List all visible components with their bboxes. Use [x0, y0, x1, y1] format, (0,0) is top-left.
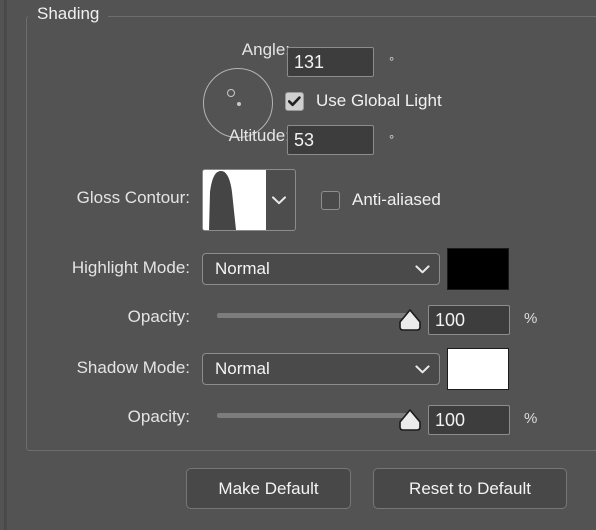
shadow-opacity-value: 100 — [435, 410, 466, 430]
gloss-contour-chevron-down-icon[interactable] — [266, 170, 292, 230]
shadow-mode-label-wrap: Shadow Mode: — [20, 358, 190, 378]
angle-label-wrap: Angle: — [60, 40, 290, 60]
use-global-light-row[interactable]: Use Global Light — [285, 91, 442, 111]
shadow-opacity-input[interactable]: 100 — [428, 405, 510, 435]
reset-to-default-button[interactable]: Reset to Default — [373, 468, 567, 509]
shadow-mode-label: Shadow Mode: — [76, 358, 190, 377]
anti-aliased-checkbox[interactable] — [321, 190, 340, 210]
highlight-opacity-slider-thumb[interactable] — [398, 309, 422, 331]
altitude-label-wrap: Altitude: — [60, 126, 290, 146]
shadow-opacity-slider-thumb[interactable] — [398, 409, 422, 431]
angle-label: Angle: — [241, 40, 290, 59]
gloss-contour-label: Gloss Contour: — [76, 188, 190, 207]
angle-dial-center-icon — [237, 102, 241, 106]
gloss-contour-picker[interactable] — [202, 169, 296, 231]
highlight-opacity-percent-symbol: % — [524, 310, 538, 327]
highlight-mode-dropdown[interactable]: Normal — [202, 253, 440, 285]
highlight-mode-chevron-down-icon — [415, 259, 430, 279]
angle-value: 131 — [294, 52, 325, 72]
use-global-light-label: Use Global Light — [316, 91, 442, 110]
anti-aliased-row[interactable]: Anti-aliased — [321, 190, 441, 210]
highlight-mode-label: Highlight Mode: — [71, 258, 190, 277]
shading-groupbox — [26, 16, 596, 451]
angle-dial-marker-icon — [227, 89, 235, 97]
shading-group-title: Shading — [28, 4, 109, 24]
highlight-mode-label-wrap: Highlight Mode: — [20, 258, 190, 278]
altitude-value: 53 — [294, 130, 315, 150]
use-global-light-checkbox[interactable] — [285, 91, 304, 111]
highlight-color-swatch[interactable] — [447, 248, 509, 290]
shadow-mode-chevron-down-icon — [415, 359, 430, 379]
shadow-mode-value: Normal — [215, 359, 270, 378]
shadow-opacity-label: Opacity: — [127, 407, 190, 426]
altitude-label: Altitude: — [228, 126, 290, 145]
highlight-opacity-label-wrap: Opacity: — [20, 307, 190, 327]
gloss-contour-label-wrap: Gloss Contour: — [40, 188, 190, 208]
panel-left-edge — [4, 0, 7, 530]
shadow-mode-dropdown[interactable]: Normal — [202, 353, 440, 385]
altitude-degree-symbol: ° — [389, 132, 395, 147]
highlight-opacity-slider-track[interactable] — [217, 313, 413, 318]
shadow-opacity-percent-symbol: % — [524, 410, 538, 427]
shadow-opacity-slider-track[interactable] — [217, 413, 413, 418]
highlight-opacity-value: 100 — [435, 310, 466, 330]
contour-curve-preview-icon — [203, 170, 266, 230]
anti-aliased-label: Anti-aliased — [352, 190, 441, 209]
highlight-opacity-label: Opacity: — [127, 307, 190, 326]
shadow-color-swatch[interactable] — [447, 348, 509, 390]
shadow-opacity-slider[interactable] — [217, 403, 421, 431]
angle-input[interactable]: 131 — [287, 47, 374, 77]
highlight-opacity-input[interactable]: 100 — [428, 305, 510, 335]
shadow-opacity-label-wrap: Opacity: — [20, 407, 190, 427]
make-default-button[interactable]: Make Default — [186, 468, 351, 509]
altitude-input[interactable]: 53 — [287, 125, 374, 155]
angle-degree-symbol: ° — [389, 54, 395, 69]
highlight-opacity-slider[interactable] — [217, 303, 421, 331]
highlight-mode-value: Normal — [215, 259, 270, 278]
